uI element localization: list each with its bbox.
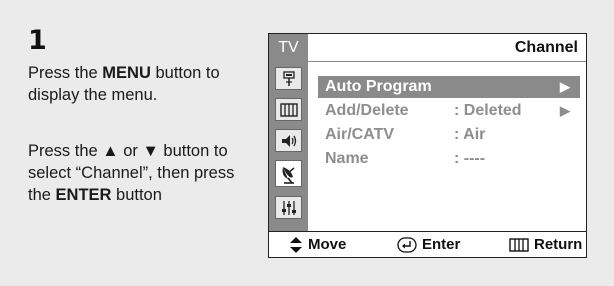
- picture-icon[interactable]: [275, 98, 302, 121]
- enter-button-label: ENTER: [55, 186, 112, 204]
- enter-icon: [397, 236, 417, 253]
- return-hint: Return: [509, 236, 582, 253]
- osd-title: Channel: [514, 39, 578, 56]
- move-hint: Move: [289, 236, 346, 253]
- up-down-arrow-icon: [290, 236, 302, 253]
- instruction-text: Press the: [28, 64, 103, 82]
- right-arrow-icon: ▶: [560, 79, 570, 94]
- instruction-text: button: [111, 186, 162, 204]
- menu-item-label: Air/CATV: [325, 126, 395, 143]
- instruction-text: or: [118, 142, 143, 160]
- channel-dish-icon[interactable]: [275, 160, 302, 187]
- up-triangle-icon: ▲: [102, 142, 119, 160]
- instruction-select-channel: Press the ▲ or ▼ button to select “Chann…: [28, 140, 260, 206]
- title-divider: [308, 61, 586, 62]
- enter-label: Enter: [422, 236, 461, 253]
- enter-hint: Enter: [397, 236, 460, 253]
- return-icon: [509, 237, 529, 252]
- sidebar-tv-label: TV: [278, 39, 299, 56]
- instruction-menu: Press the MENU button to display the men…: [28, 62, 260, 106]
- osd-sidebar: TV: [269, 34, 308, 231]
- instruction-text: Press the: [28, 142, 103, 160]
- right-arrow-icon: ▶: [560, 103, 570, 118]
- menu-item-value: : Air: [454, 126, 486, 143]
- menu-item-value: : Deleted: [454, 102, 522, 119]
- down-triangle-icon: ▼: [142, 142, 159, 160]
- move-label: Move: [308, 236, 347, 253]
- menu-item-label: Name: [325, 150, 369, 167]
- sound-icon[interactable]: [275, 129, 302, 152]
- menu-button-label: MENU: [102, 64, 151, 82]
- antenna-input-icon[interactable]: [275, 67, 302, 90]
- menu-item-label: Add/Delete: [325, 102, 409, 119]
- return-label: Return: [534, 236, 583, 253]
- menu-item-add-delete[interactable]: Add/Delete : Deleted ▶: [318, 100, 580, 122]
- menu-item-label: Auto Program: [325, 78, 432, 95]
- menu-item-name[interactable]: Name : ----: [318, 148, 580, 170]
- menu-item-auto-program[interactable]: Auto Program ▶: [318, 76, 580, 98]
- osd-menu-panel: TV Channel Auto Program ▶ Add/Delete: D…: [268, 33, 587, 258]
- step-number: 1: [28, 25, 47, 56]
- menu-item-air-catv[interactable]: Air/CATV : Air: [318, 124, 580, 146]
- setup-icon[interactable]: [275, 196, 302, 219]
- menu-item-value: : ----: [454, 150, 486, 167]
- osd-help-bar: Move Enter Return: [269, 231, 586, 258]
